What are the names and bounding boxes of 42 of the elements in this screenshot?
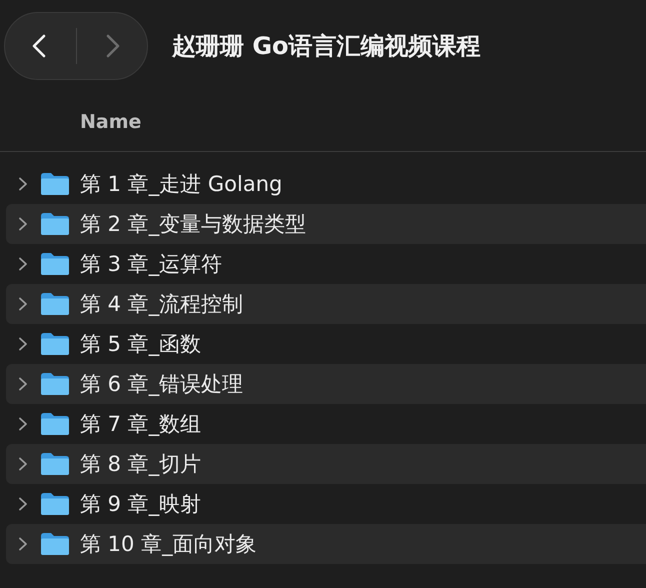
disclosure-chevron-icon[interactable]: [16, 257, 30, 271]
folder-icon: [40, 332, 70, 356]
folder-name: 第 2 章_变量与数据类型: [80, 211, 306, 238]
disclosure-chevron-icon[interactable]: [16, 457, 30, 471]
disclosure-chevron-icon[interactable]: [16, 297, 30, 311]
disclosure-chevron-icon[interactable]: [16, 497, 30, 511]
folder-icon: [40, 252, 70, 276]
disclosure-chevron-icon[interactable]: [16, 177, 30, 191]
folder-icon: [40, 212, 70, 236]
folder-name: 第 3 章_运算符: [80, 251, 222, 278]
folder-row[interactable]: 第 7 章_数组: [6, 404, 646, 444]
folder-row[interactable]: 第 6 章_错误处理: [6, 364, 646, 404]
window-title: 赵珊珊 Go语言汇编视频课程: [172, 31, 481, 62]
folder-row[interactable]: 第 9 章_映射: [6, 484, 646, 524]
folder-name: 第 7 章_数组: [80, 411, 202, 438]
folder-row[interactable]: 第 10 章_面向对象: [6, 524, 646, 564]
folder-row[interactable]: 第 5 章_函数: [6, 324, 646, 364]
folder-icon: [40, 492, 70, 516]
folder-name: 第 9 章_映射: [80, 491, 202, 518]
folder-icon: [40, 372, 70, 396]
folder-name: 第 5 章_函数: [80, 331, 202, 358]
disclosure-chevron-icon[interactable]: [16, 417, 30, 431]
folder-name: 第 8 章_切片: [80, 451, 202, 478]
disclosure-chevron-icon[interactable]: [16, 377, 30, 391]
folder-icon: [40, 172, 70, 196]
folder-icon: [40, 292, 70, 316]
folder-name: 第 4 章_流程控制: [80, 291, 244, 318]
disclosure-chevron-icon[interactable]: [16, 217, 30, 231]
disclosure-chevron-icon[interactable]: [16, 537, 30, 551]
folder-row[interactable]: 第 4 章_流程控制: [6, 284, 646, 324]
folder-icon: [40, 412, 70, 436]
folder-row[interactable]: 第 3 章_运算符: [6, 244, 646, 284]
folder-icon: [40, 452, 70, 476]
folder-icon: [40, 532, 70, 556]
folder-name: 第 1 章_走进 Golang: [80, 171, 282, 198]
folder-row[interactable]: 第 1 章_走进 Golang: [6, 164, 646, 204]
folder-name: 第 10 章_面向对象: [80, 531, 257, 558]
folder-name: 第 6 章_错误处理: [80, 371, 244, 398]
folder-row[interactable]: 第 2 章_变量与数据类型: [6, 204, 646, 244]
column-header[interactable]: Name: [80, 110, 142, 132]
folder-row[interactable]: 第 8 章_切片: [6, 444, 646, 484]
disclosure-chevron-icon[interactable]: [16, 337, 30, 351]
